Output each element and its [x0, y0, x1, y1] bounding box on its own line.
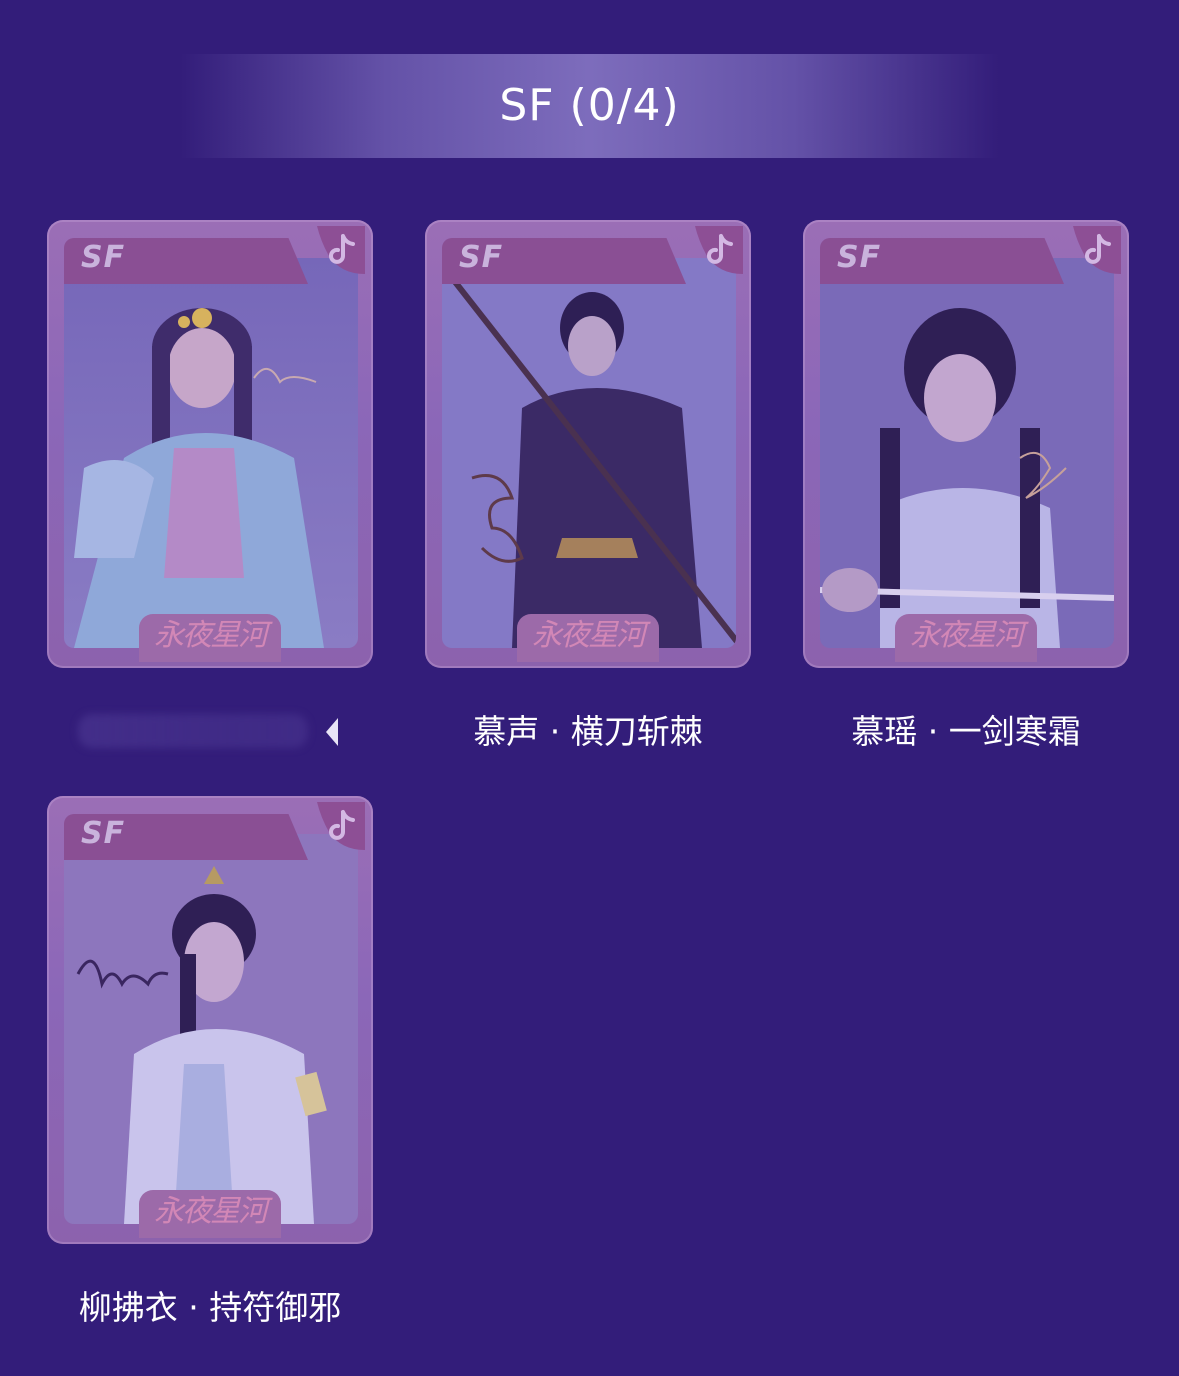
- card-4-name: 柳拂衣 · 持符御邪: [78, 1288, 342, 1327]
- card-3-name: 慕瑶 · 一剑寒霜: [851, 712, 1081, 751]
- card-1[interactable]: SF 永夜星河: [47, 220, 373, 668]
- card-3[interactable]: SF 永夜星河: [803, 220, 1129, 668]
- rarity-label: SF: [459, 240, 504, 275]
- card-2-name: 慕声 · 横刀斩棘: [473, 712, 703, 751]
- douyin-note-icon: [695, 226, 743, 274]
- series-logo: 永夜星河: [154, 618, 268, 653]
- collection-page: SF (0/4) SF 永夜星河 SF 永夜星河 SF 永夜星河 SF 永夜星河…: [0, 0, 1179, 1376]
- card-2[interactable]: SF 永夜星河: [425, 220, 751, 668]
- douyin-note-icon: [1073, 226, 1121, 274]
- rarity-label: SF: [837, 240, 882, 275]
- card-photo: [820, 258, 1114, 648]
- douyin-note-icon: [317, 226, 365, 274]
- rarity-label: SF: [81, 240, 126, 275]
- douyin-note-icon: [317, 802, 365, 850]
- series-logo: 永夜星河: [532, 618, 646, 653]
- card-photo: [64, 258, 358, 648]
- section-title: SF (0/4): [499, 80, 680, 131]
- series-logo: 永夜星河: [154, 1194, 268, 1229]
- card-1-name-obscured: [78, 714, 308, 748]
- card-photo: [64, 834, 358, 1224]
- series-logo: 永夜星河: [910, 618, 1024, 653]
- rarity-label: SF: [81, 816, 126, 851]
- card-photo: [442, 258, 736, 648]
- chevron-left-icon[interactable]: [324, 716, 342, 748]
- card-4[interactable]: SF 永夜星河: [47, 796, 373, 1244]
